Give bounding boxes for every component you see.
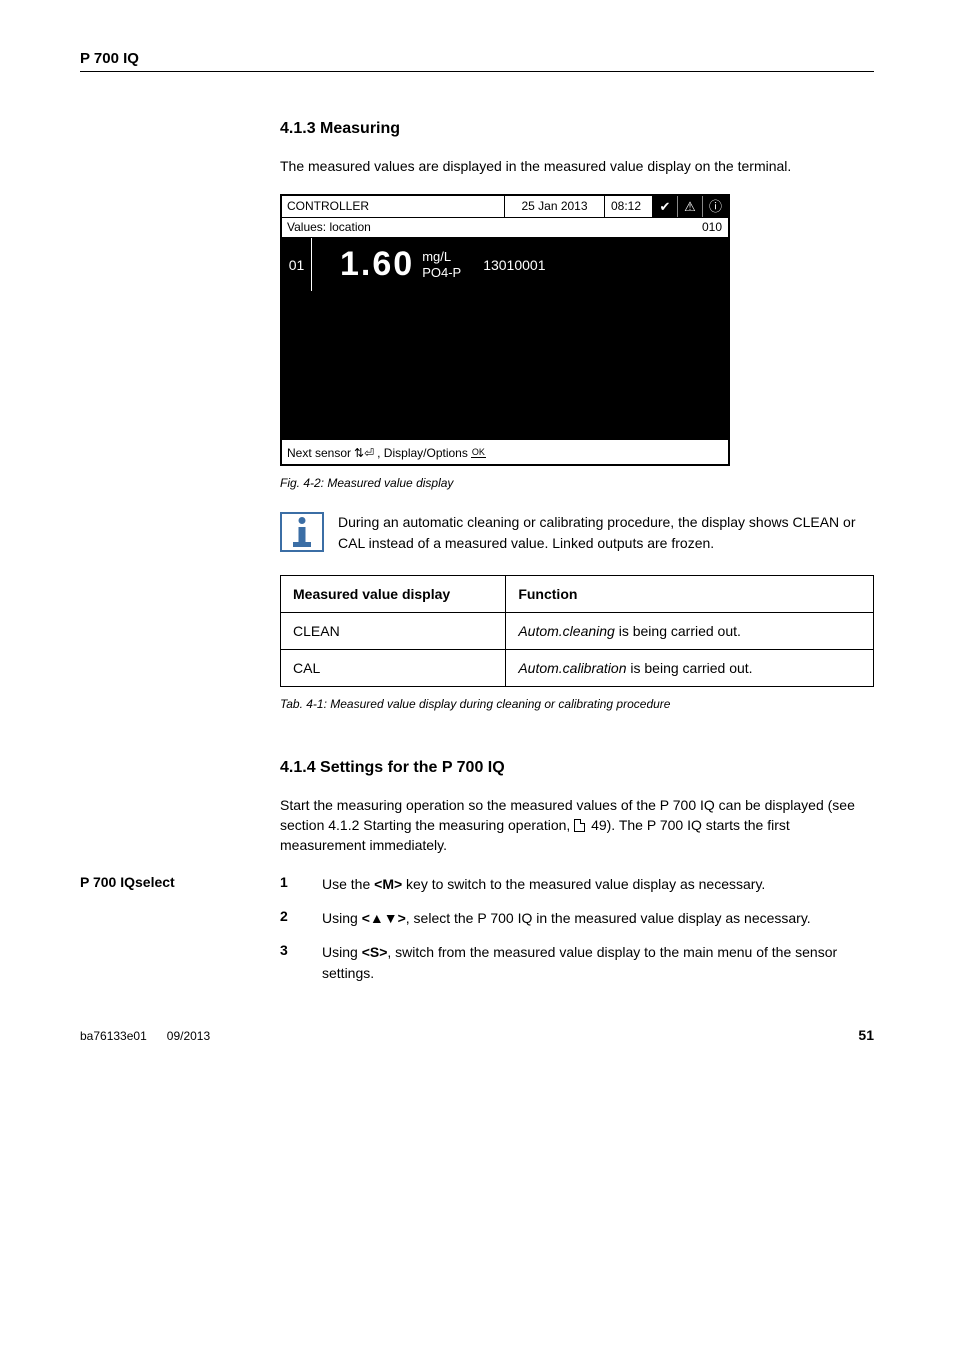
step-2-row: 2 Using <▲▼>, select the P 700 IQ in the… (280, 908, 874, 928)
device-units: mg/L PO4-P (422, 249, 479, 280)
section-settings-heading: 4.1.4 Settings for the P 700 IQ (280, 759, 874, 777)
page-footer: ba76133e01 09/2013 51 (80, 1027, 874, 1043)
header-rule (80, 71, 874, 72)
device-values-code: 010 (688, 218, 728, 237)
device-unit-top: mg/L (422, 249, 461, 265)
info-note: During an automatic cleaning or calibrat… (280, 512, 874, 553)
table-header-row: Measured value display Function (281, 575, 874, 612)
step-2-num: 2 (280, 908, 322, 928)
step-3-b: , switch from the measured value display… (322, 944, 837, 980)
device-controller-label: CONTROLLER (282, 196, 505, 217)
device-titlebar: CONTROLLER 25 Jan 2013 08:12 ✔ ⚠ ⓘ (282, 196, 728, 218)
table-cell-clean-func: Autom.cleaning is being carried out. (506, 612, 874, 649)
side-label: P 700 IQselect (80, 874, 280, 894)
table-cell-cal: CAL (281, 649, 506, 686)
device-screenshot: CONTROLLER 25 Jan 2013 08:12 ✔ ⚠ ⓘ Value… (280, 194, 730, 466)
device-values-row: Values: location 010 (282, 218, 728, 238)
arrow-keys: <▲▼> (362, 910, 406, 926)
device-sensor-id: 13010001 (479, 257, 545, 273)
measured-value-table: Measured value display Function CLEAN Au… (280, 575, 874, 687)
updown-icon: ⇅⏎ (354, 446, 374, 460)
device-date: 25 Jan 2013 (505, 196, 605, 217)
ok-icon: OK (471, 448, 486, 458)
table-caption: Tab. 4-1: Measured value display during … (280, 697, 874, 711)
footer-left: ba76133e01 09/2013 (80, 1029, 210, 1043)
step-1-text: Use the <M> key to switch to the measure… (322, 874, 874, 894)
side-label-empty-2 (80, 942, 280, 983)
device-channel: 01 (282, 238, 312, 291)
step-3-row: 3 Using <S>, switch from the measured va… (280, 942, 874, 983)
figure-caption: Fig. 4-2: Measured value display (280, 476, 874, 490)
footer-docid: ba76133e01 (80, 1029, 147, 1043)
step-2-a: Using (322, 910, 362, 926)
autom-calibration-label: Autom.calibration (518, 660, 626, 676)
device-footer-text-b: , Display/Options (377, 446, 468, 460)
footer-date: 09/2013 (167, 1029, 210, 1043)
table-row: CLEAN Autom.cleaning is being carried ou… (281, 612, 874, 649)
table-cell-clean: CLEAN (281, 612, 506, 649)
warning-icon: ⚠ (678, 196, 703, 217)
autom-cleaning-label: Autom.cleaning (518, 623, 615, 639)
page-ref-icon (574, 819, 585, 832)
step-1-b: key to switch to the measured value disp… (402, 876, 765, 892)
step-1-row: P 700 IQselect 1 Use the <M> key to swit… (280, 874, 874, 894)
footer-page-number: 51 (858, 1027, 874, 1043)
info-note-text: During an automatic cleaning or calibrat… (338, 512, 874, 553)
side-label-empty (80, 908, 280, 928)
info-note-icon (280, 512, 324, 552)
device-unit-bottom: PO4-P (422, 265, 461, 281)
device-reading: 1.60 (312, 245, 422, 284)
wrench-icon: ✔ (653, 196, 678, 217)
step-2-text: Using <▲▼>, select the P 700 IQ in the m… (322, 908, 874, 928)
table-cell-cal-func: Autom.calibration is being carried out. (506, 649, 874, 686)
table-row: CAL Autom.calibration is being carried o… (281, 649, 874, 686)
step-3-a: Using (322, 944, 362, 960)
m-key: <M> (374, 876, 402, 892)
device-blank-area (282, 292, 728, 442)
cal-suffix: is being carried out. (627, 660, 753, 676)
device-footer: Next sensor ⇅⏎ , Display/Options OK (282, 442, 728, 464)
step-1-num: 1 (280, 874, 322, 894)
device-measure-row: 01 1.60 mg/L PO4-P 13010001 (282, 238, 728, 292)
info-icon: ⓘ (703, 196, 728, 217)
step-3-num: 3 (280, 942, 322, 983)
section-measuring-heading: 4.1.3 Measuring (280, 120, 874, 138)
device-values-label: Values: location (282, 218, 688, 237)
table-head-function: Function (506, 575, 874, 612)
step-1-a: Use the (322, 876, 374, 892)
section-measuring-intro: The measured values are displayed in the… (280, 156, 874, 176)
page-header-title: P 700 IQ (80, 50, 874, 67)
s-key: <S> (362, 944, 388, 960)
table-head-display: Measured value display (281, 575, 506, 612)
device-footer-text-a: Next sensor (287, 446, 351, 460)
clean-suffix: is being carried out. (615, 623, 741, 639)
device-time: 08:12 (605, 196, 653, 217)
section-settings-intro: Start the measuring operation so the mea… (280, 795, 874, 856)
step-3-text: Using <S>, switch from the measured valu… (322, 942, 874, 983)
step-2-b: , select the P 700 IQ in the measured va… (406, 910, 811, 926)
